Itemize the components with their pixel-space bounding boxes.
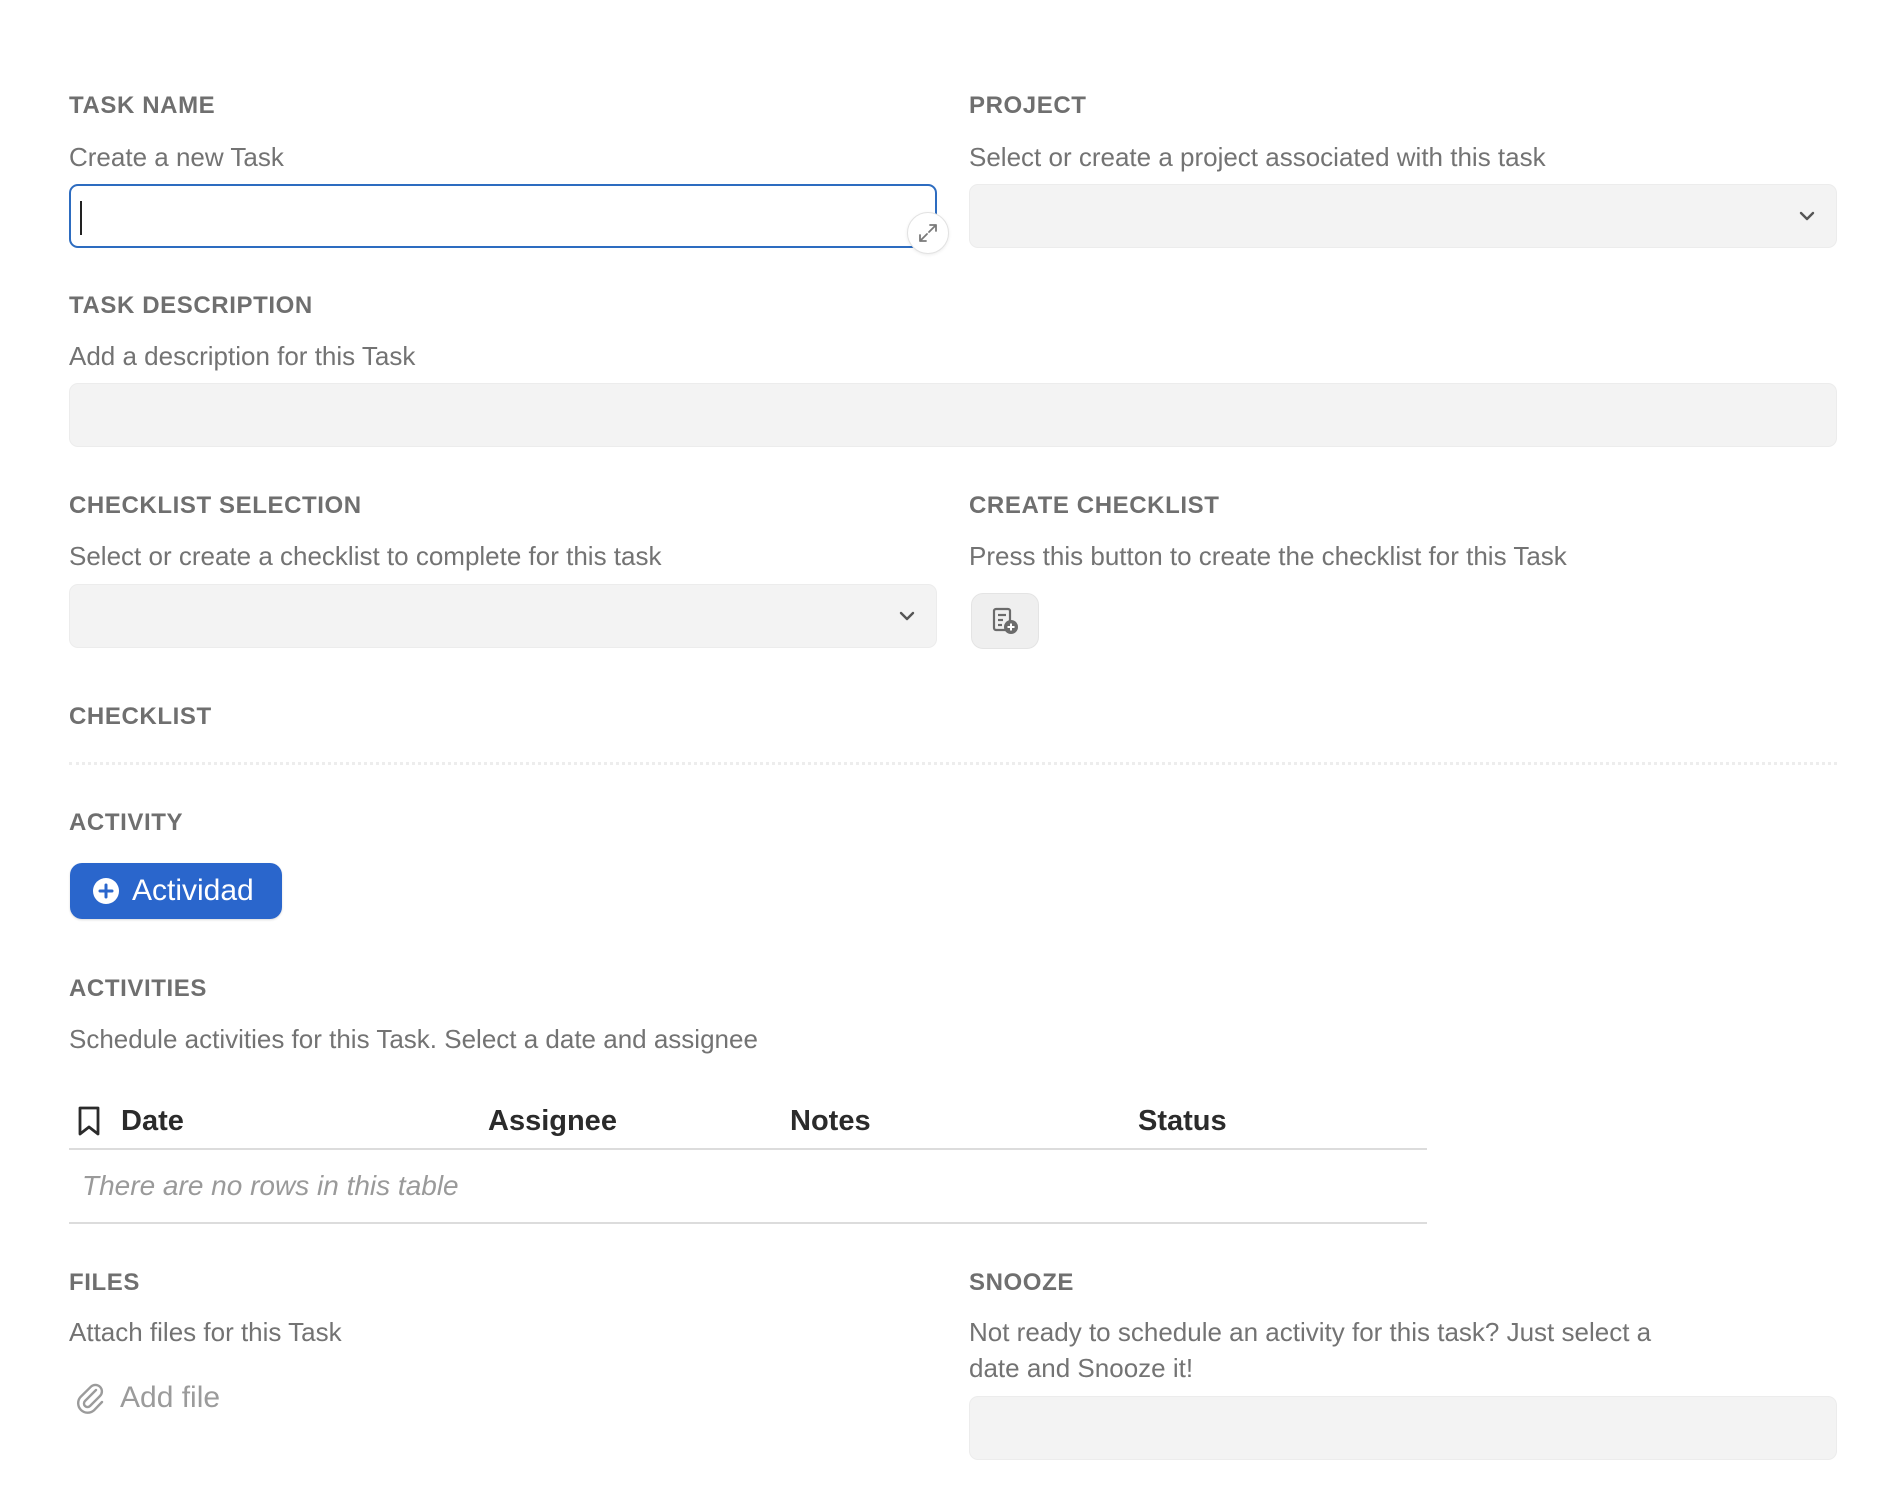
- add-file-button[interactable]: Add file: [74, 1380, 220, 1416]
- paperclip-icon: [76, 1383, 104, 1414]
- project-label: PROJECT: [969, 92, 1087, 119]
- checklist-label: CHECKLIST: [69, 703, 212, 730]
- create-checklist-label: CREATE CHECKLIST: [969, 492, 1220, 519]
- checklist-selection-label: CHECKLIST SELECTION: [69, 492, 362, 519]
- files-label: FILES: [69, 1269, 141, 1296]
- chevron-down-icon: [896, 605, 918, 627]
- snooze-help-line-1: Not ready to schedule an activity for th…: [969, 1317, 1652, 1347]
- table-header-divider: [69, 1148, 1427, 1150]
- checklist-selection-help: Select or create a checklist to complete…: [69, 541, 662, 571]
- project-help: Select or create a project associated wi…: [969, 142, 1546, 172]
- add-activity-button[interactable]: Actividad: [70, 863, 282, 919]
- table-bottom-divider: [69, 1222, 1427, 1224]
- task-name-label: TASK NAME: [69, 92, 216, 119]
- column-header-assignee[interactable]: Assignee: [488, 1105, 617, 1138]
- task-name-input[interactable]: [69, 184, 937, 248]
- task-name-help: Create a new Task: [69, 142, 284, 172]
- task-description-input[interactable]: [69, 383, 1837, 447]
- create-checklist-help: Press this button to create the checklis…: [969, 541, 1567, 571]
- plus-circle-icon: [93, 878, 119, 904]
- add-activity-label: Actividad: [132, 874, 254, 907]
- expand-editor-button[interactable]: [907, 212, 949, 254]
- chevron-down-icon: [1796, 205, 1818, 227]
- activities-help: Schedule activities for this Task. Selec…: [69, 1024, 758, 1054]
- activities-label: ACTIVITIES: [69, 975, 208, 1002]
- column-header-date[interactable]: Date: [121, 1105, 184, 1138]
- column-header-status[interactable]: Status: [1138, 1105, 1227, 1138]
- table-empty-message: There are no rows in this table: [82, 1170, 459, 1201]
- snooze-date-input[interactable]: [969, 1396, 1837, 1460]
- snooze-label: SNOOZE: [969, 1269, 1074, 1296]
- create-checklist-button[interactable]: [971, 593, 1039, 649]
- column-header-notes[interactable]: Notes: [790, 1105, 871, 1138]
- snooze-help-line-2: date and Snooze it!: [969, 1353, 1194, 1383]
- expand-icon: [919, 224, 937, 242]
- text-caret: [80, 201, 82, 235]
- bookmark-icon[interactable]: [76, 1105, 102, 1142]
- files-help: Attach files for this Task: [69, 1317, 342, 1347]
- task-description-help: Add a description for this Task: [69, 341, 416, 371]
- checklist-divider: [69, 762, 1837, 765]
- activity-label: ACTIVITY: [69, 809, 184, 836]
- add-file-label: Add file: [120, 1381, 221, 1414]
- checklist-select[interactable]: [69, 584, 937, 648]
- project-select[interactable]: [969, 184, 1837, 248]
- add-list-icon: [992, 607, 1018, 634]
- task-description-label: TASK DESCRIPTION: [69, 292, 313, 319]
